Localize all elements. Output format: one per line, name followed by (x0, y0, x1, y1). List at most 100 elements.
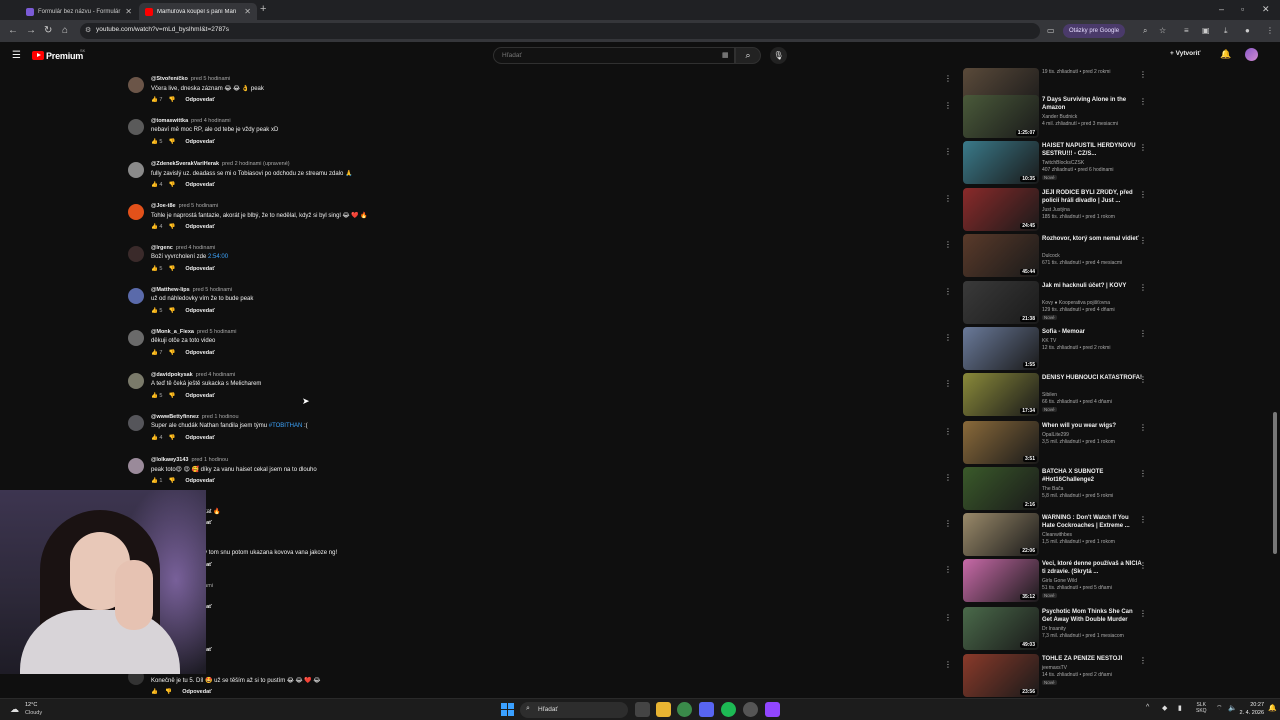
avatar[interactable] (128, 162, 144, 178)
spotify-icon[interactable] (721, 702, 736, 717)
comment-author[interactable]: @lolkawy3143 (151, 457, 188, 463)
video-thumbnail[interactable]: 23:56 (963, 654, 1039, 697)
reply-button[interactable]: Odpovedať (185, 350, 215, 356)
more-options-icon[interactable]: ⋮ (1139, 375, 1147, 384)
reply-button[interactable]: Odpovedať (185, 139, 215, 145)
like-icon[interactable]: 👍 (151, 350, 158, 356)
steam-icon[interactable] (743, 702, 758, 717)
related-video[interactable]: 49:03 Psychotic Mom Thinks She Can Get Aw… (963, 607, 1153, 651)
weather-temperature[interactable]: 12°C (25, 702, 37, 708)
close-icon[interactable]: ✕ (244, 7, 251, 16)
more-options-icon[interactable]: ⋮ (1139, 97, 1147, 106)
comment-author[interactable]: @ZdenekSverakVariHerak (151, 161, 219, 167)
keyboard-icon[interactable]: ▦ (722, 51, 729, 59)
account-avatar[interactable] (1245, 48, 1258, 61)
like-icon[interactable]: 👍 (151, 689, 158, 695)
file-explorer-icon[interactable] (656, 702, 671, 717)
like-icon[interactable]: 👍 (151, 97, 158, 103)
windows-start-icon[interactable] (501, 703, 514, 716)
dislike-icon[interactable]: 👎 (168, 350, 175, 356)
reply-button[interactable]: Odpovedať (185, 435, 215, 441)
video-title[interactable]: Veci, ktoré denne používaš a NIČIA ti zd… (1042, 560, 1142, 576)
dislike-icon[interactable]: 👎 (168, 478, 175, 484)
comment-author[interactable]: @wwwBettyfinnez (151, 414, 199, 420)
comment-author[interactable]: @tomaswittka (151, 118, 188, 124)
reply-button[interactable]: Odpovedať (185, 266, 215, 272)
avatar[interactable] (128, 77, 144, 93)
tray-chevron-icon[interactable]: ^ (1146, 704, 1149, 711)
like-icon[interactable]: 👍 (151, 308, 158, 314)
video-channel[interactable]: The Bača (1042, 486, 1063, 492)
more-options-icon[interactable]: ⋮ (1139, 469, 1147, 478)
video-thumbnail[interactable]: 22:06 (963, 513, 1039, 556)
video-title[interactable]: Rozhovor, ktorý som nemal vidieť (1042, 235, 1142, 243)
related-video[interactable]: 23:56 TOHLE ZA PENÍZE NESTOJÍ jeemaxsTV 14 … (963, 654, 1153, 698)
comment-time[interactable]: pred 5 hodinami (197, 329, 236, 335)
maximize-icon[interactable]: ▫ (1241, 4, 1244, 14)
related-video[interactable]: 1:55 Sofia - Memoar KK TV 12 tis. zhliadnut… (963, 327, 1153, 371)
comment-author[interactable]: @davidpokysak (151, 372, 193, 378)
reply-button[interactable]: Odpovedať (185, 97, 215, 103)
search-button[interactable]: ⌕ (735, 47, 761, 64)
more-options-icon[interactable]: ⋮ (944, 194, 952, 203)
video-channel[interactable]: TwitchBlocksCZSK (1042, 160, 1084, 166)
dislike-icon[interactable]: 👎 (168, 308, 175, 314)
related-video[interactable]: 17:34 DENISY HUBNOUCÍ KATASTROFA! Sibilen 6… (963, 373, 1153, 417)
video-thumbnail[interactable]: 21:38 (963, 281, 1039, 324)
dislike-icon[interactable]: 👎 (168, 435, 175, 441)
avatar[interactable] (128, 458, 144, 474)
video-channel[interactable]: Dr Insanity (1042, 626, 1066, 632)
dislike-icon[interactable]: 👎 (168, 266, 175, 272)
video-title[interactable]: Psychotic Mom Thinks She Can Get Away Wi… (1042, 608, 1142, 624)
video-title[interactable]: Jak mi hacknuli účet? | KOVY (1042, 282, 1142, 290)
search-input[interactable]: Hľadať ▦ (493, 47, 735, 64)
video-thumbnail[interactable]: 35:12 (963, 559, 1039, 602)
taskbar-search[interactable]: ⌕ Hľadať (520, 702, 628, 718)
minimize-icon[interactable]: – (1219, 4, 1224, 14)
back-icon[interactable]: ← (8, 25, 18, 36)
site-info-icon[interactable]: ⚙ (85, 26, 91, 34)
notifications-bell-icon[interactable]: 🔔 (1220, 49, 1231, 60)
dislike-icon[interactable]: 👎 (168, 182, 175, 188)
comment-link[interactable]: 2:54:00 (208, 254, 228, 260)
reload-icon[interactable]: ↻ (44, 25, 52, 36)
video-title[interactable]: WARNING : Don't Watch If You Hate Cockro… (1042, 514, 1142, 530)
video-channel[interactable]: Kovy ● Kooperativa pojišťovna (1042, 300, 1110, 306)
video-channel[interactable]: Sibilen (1042, 392, 1057, 398)
like-icon[interactable]: 👍 (151, 139, 158, 145)
video-title[interactable]: Sofia - Memoar (1042, 328, 1142, 336)
google-questions-button[interactable]: Otázky pre Google (1063, 24, 1126, 38)
reply-button[interactable]: Odpovedať (185, 308, 215, 314)
video-title[interactable]: 7 Days Surviving Alone in the Amazon (1042, 96, 1142, 112)
like-icon[interactable]: 👍 (151, 435, 158, 441)
comment-time[interactable]: pred 5 hodinami (179, 203, 218, 209)
video-thumbnail[interactable]: 45:44 (963, 234, 1039, 277)
clock-time[interactable]: 20:27 (1234, 702, 1264, 708)
video-channel[interactable]: Girls Gone Wild (1042, 578, 1077, 584)
more-options-icon[interactable]: ⋮ (944, 473, 952, 482)
comment-author[interactable]: @lrgenc (151, 245, 173, 251)
video-channel[interactable]: Cleanwithbes (1042, 532, 1072, 538)
hamburger-menu-icon[interactable]: ☰ (12, 50, 21, 61)
video-title[interactable]: TOHLE ZA PENÍZE NESTOJÍ (1042, 655, 1142, 663)
related-video[interactable]: 45:44 Rozhovor, ktorý som nemal vidieť Dul… (963, 234, 1153, 278)
url-text[interactable]: youtube.com/watch?v=mLd_byslhmI&t=2787s (96, 26, 229, 33)
video-thumbnail[interactable]: 49:03 (963, 607, 1039, 650)
avatar[interactable] (128, 415, 144, 431)
video-thumbnail[interactable]: 2:16 (963, 467, 1039, 510)
comment-time[interactable]: pred 5 hodinami (193, 287, 232, 293)
download-icon[interactable]: ⤓ (1224, 26, 1228, 36)
discord-icon[interactable] (699, 702, 714, 717)
close-icon[interactable]: ✕ (125, 7, 132, 16)
more-options-icon[interactable]: ⋮ (1139, 515, 1147, 524)
video-title[interactable]: JEJÍ RODIČE BYLI ZRŮDY, před policií hrá… (1042, 189, 1142, 205)
create-button[interactable]: + Vytvoriť (1170, 50, 1201, 57)
video-thumbnail[interactable]: 3:51 (963, 421, 1039, 464)
video-thumbnail[interactable]: 17:34 (963, 373, 1039, 416)
more-options-icon[interactable]: ⋮ (944, 287, 952, 296)
more-options-icon[interactable]: ⋮ (944, 565, 952, 574)
like-icon[interactable]: 👍 (151, 478, 158, 484)
browser-menu-icon[interactable]: ⋮ (1266, 26, 1274, 35)
like-icon[interactable]: 👍 (151, 182, 158, 188)
youtube-logo-icon[interactable] (32, 51, 44, 60)
